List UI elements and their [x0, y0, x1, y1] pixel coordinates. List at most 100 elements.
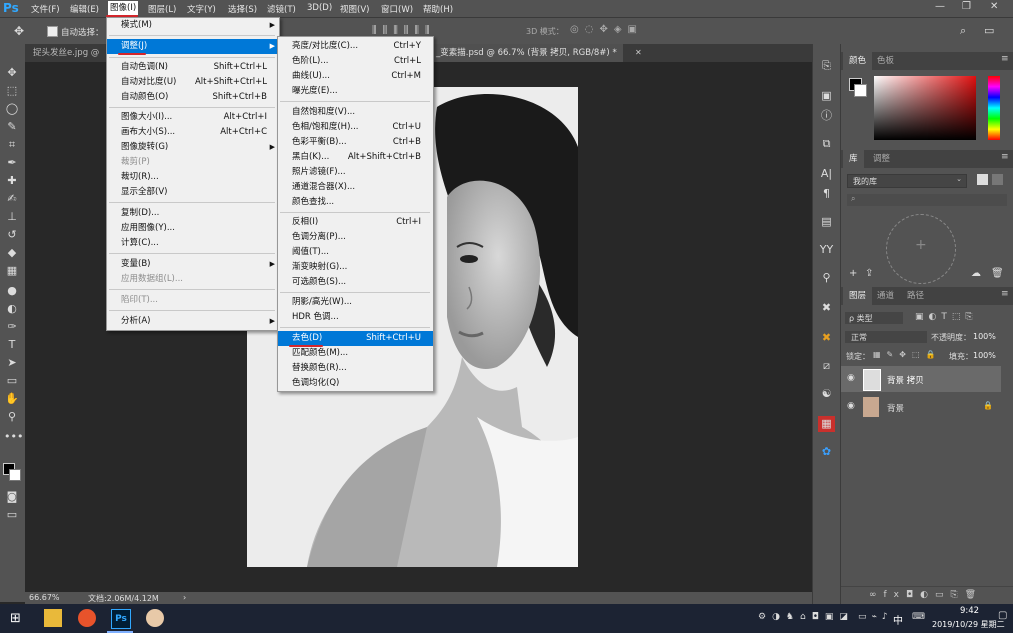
plugin-icon-3[interactable]: ✖ [818, 300, 835, 316]
menu-item-color-balance[interactable]: 色彩平衡(B)... Ctrl+B [278, 135, 433, 150]
menu-item-analysis[interactable]: 分析(A) ▶ [107, 314, 279, 329]
blur-tool-icon[interactable]: ● [4, 284, 20, 298]
stamp-tool-icon[interactable]: ⊥ [4, 210, 20, 224]
menu-item-photo-filter[interactable]: 照片滤镜(F)... [278, 165, 433, 180]
upload-icon[interactable]: ⇪ [865, 268, 873, 279]
menu-item-adjust[interactable]: 调整(J) ▶ [107, 39, 279, 54]
layer-name[interactable]: 背景 拷贝 [887, 374, 924, 386]
close-icon[interactable]: ✕ [990, 1, 998, 12]
marquee-tool-icon[interactable]: ⬚ [4, 84, 20, 98]
pen-tool-icon[interactable]: ✑ [4, 320, 20, 334]
panel-menu-icon[interactable]: ≡ [1001, 54, 1009, 64]
layer-kind-filter[interactable]: ρ 类型 [845, 312, 903, 324]
library-drop-zone[interactable]: + [886, 214, 956, 284]
tab-paths[interactable]: 路径 [901, 287, 930, 305]
grid-view-icon[interactable] [977, 174, 988, 185]
add-content-icon[interactable]: + [849, 268, 857, 279]
menu-item-calculations[interactable]: 计算(C)... [107, 236, 279, 251]
menu-image[interactable]: 图像(I) [108, 1, 139, 15]
notifications-icon[interactable]: ▢ [998, 610, 1007, 621]
menu-item-posterize[interactable]: 色调分离(P)... [278, 230, 433, 245]
menu-help[interactable]: 帮助(H) [423, 3, 453, 15]
auto-select-checkbox[interactable] [47, 26, 58, 37]
visibility-eye-icon[interactable]: ◉ [847, 373, 855, 383]
tab-libraries[interactable]: 库 [843, 150, 864, 168]
plugin-icon-1[interactable]: ▤ [818, 214, 835, 230]
zoom-level[interactable]: 66.67% [29, 593, 60, 602]
workspace-icon[interactable]: ▭ [984, 24, 994, 37]
menu-item-brightness[interactable]: 亮度/对比度(C)... Ctrl+Y [278, 39, 433, 54]
library-trash-icon[interactable]: 🗑 [991, 268, 1004, 279]
brush-tool-icon[interactable]: ✍ [4, 192, 20, 206]
menu-item-rotate[interactable]: 图像旋转(G) ▶ [107, 140, 279, 155]
info-icon[interactable]: ⓘ [818, 108, 835, 124]
lasso-tool-icon[interactable]: ◯ [4, 102, 20, 116]
tab-layers[interactable]: 图层 [843, 287, 873, 305]
menu-filter[interactable]: 滤镜(T) [267, 3, 296, 15]
zoom-tool-icon[interactable]: ⚲ [4, 410, 20, 424]
tab-adjustments[interactable]: 调整 [867, 150, 896, 168]
visibility-eye-icon[interactable]: ◉ [847, 401, 855, 411]
menu-window[interactable]: 窗口(W) [381, 3, 413, 15]
menu-item-reveal-all[interactable]: 显示全部(V) [107, 185, 279, 200]
menu-item-desaturate[interactable]: 去色(D) Shift+Ctrl+U [278, 331, 433, 346]
crop-tool-icon[interactable]: ⌗ [4, 138, 20, 152]
list-view-icon[interactable] [992, 174, 1003, 185]
windows-start-icon[interactable]: ⊞ [10, 611, 21, 626]
input-tray-icon[interactable]: ⌨ [912, 612, 925, 622]
blend-mode-select[interactable]: 正常 [845, 331, 927, 343]
layer-row-selected[interactable]: ◉ 背景 拷贝 [841, 366, 1001, 392]
clone-source-icon[interactable]: ⧉ [818, 136, 835, 152]
plugin-icon-8[interactable]: ✿ [818, 444, 835, 460]
type-tool-icon[interactable]: T [4, 338, 20, 352]
menu-item-shadows-highlights[interactable]: 阴影/高光(W)... [278, 295, 433, 310]
background-color-swatch[interactable] [9, 469, 21, 481]
actions-icon[interactable]: ▣ [818, 88, 835, 104]
3d-tools-icons[interactable]: ◎◌✥◈▣ [570, 24, 643, 35]
path-select-icon[interactable]: ➤ [4, 356, 20, 370]
menu-file[interactable]: 文件(F) [31, 3, 60, 15]
opacity-value[interactable]: 100% [973, 332, 996, 341]
menu-item-canvas-size[interactable]: 画布大小(S)... Alt+Ctrl+C [107, 125, 279, 140]
menu-3d[interactable]: 3D(D) [307, 3, 332, 13]
paragraph-icon[interactable]: ¶ [818, 186, 835, 202]
status-arrow-icon[interactable]: › [183, 593, 186, 602]
menu-item-channel-mixer[interactable]: 通道混合器(X)... [278, 180, 433, 195]
search-icon[interactable]: ⌕ [960, 24, 966, 38]
tab-channels[interactable]: 通道 [871, 287, 900, 305]
menu-item-levels[interactable]: 色阶(L)... Ctrl+L [278, 54, 433, 69]
plugin-icon-2[interactable]: ⚲ [818, 270, 835, 286]
firefox-icon[interactable] [78, 609, 96, 627]
plugin-icon-yy[interactable]: YY [818, 242, 835, 258]
app-avatar-icon[interactable] [146, 609, 164, 627]
menu-item-trap[interactable]: 陷印(T)... [107, 293, 279, 308]
plugin-icon-6[interactable]: ☯ [818, 386, 835, 402]
menu-item-auto-tone[interactable]: 自动色调(N) Shift+Ctrl+L [107, 60, 279, 75]
library-search-input[interactable]: ⌕ [847, 194, 1007, 206]
quick-select-icon[interactable]: ✎ [4, 120, 20, 134]
menu-item-selective-color[interactable]: 可选颜色(S)... [278, 275, 433, 290]
restore-icon[interactable]: ❐ [962, 1, 971, 12]
menu-item-gradient-map[interactable]: 渐变映射(G)... [278, 260, 433, 275]
ime-indicator[interactable]: 中 [893, 612, 903, 627]
plugin-icon-4[interactable]: ✖ [818, 330, 835, 346]
menu-item-apply-image[interactable]: 应用图像(Y)... [107, 221, 279, 236]
menu-type[interactable]: 文字(Y) [187, 3, 216, 15]
minimize-icon[interactable]: — [935, 1, 945, 12]
quick-mask-icon[interactable]: ◙ [4, 490, 20, 504]
menu-item-crop[interactable]: 裁剪(P) [107, 155, 279, 170]
menu-item-threshold[interactable]: 阈值(T)... [278, 245, 433, 260]
healing-brush-icon[interactable]: ✚ [4, 174, 20, 188]
menu-item-color-lookup[interactable]: 颜色查找... [278, 195, 433, 210]
history-icon[interactable]: ⎘ [818, 58, 835, 74]
tray-icons-2[interactable]: ▭⌁♪ [858, 612, 893, 622]
cc-icon[interactable]: ☁ [971, 268, 981, 279]
menu-item-hdr-toning[interactable]: HDR 色调... [278, 310, 433, 325]
layer-footer-icons[interactable]: ∞fx◘◐▭⎘🗑 [869, 590, 983, 600]
fill-value[interactable]: 100% [973, 351, 996, 360]
history-brush-icon[interactable]: ↺ [4, 228, 20, 242]
dodge-tool-icon[interactable]: ◐ [4, 302, 20, 316]
color-picker-field[interactable] [874, 76, 976, 140]
panel-menu-icon[interactable]: ≡ [1001, 289, 1009, 299]
layer-name[interactable]: 背景 [887, 402, 904, 414]
